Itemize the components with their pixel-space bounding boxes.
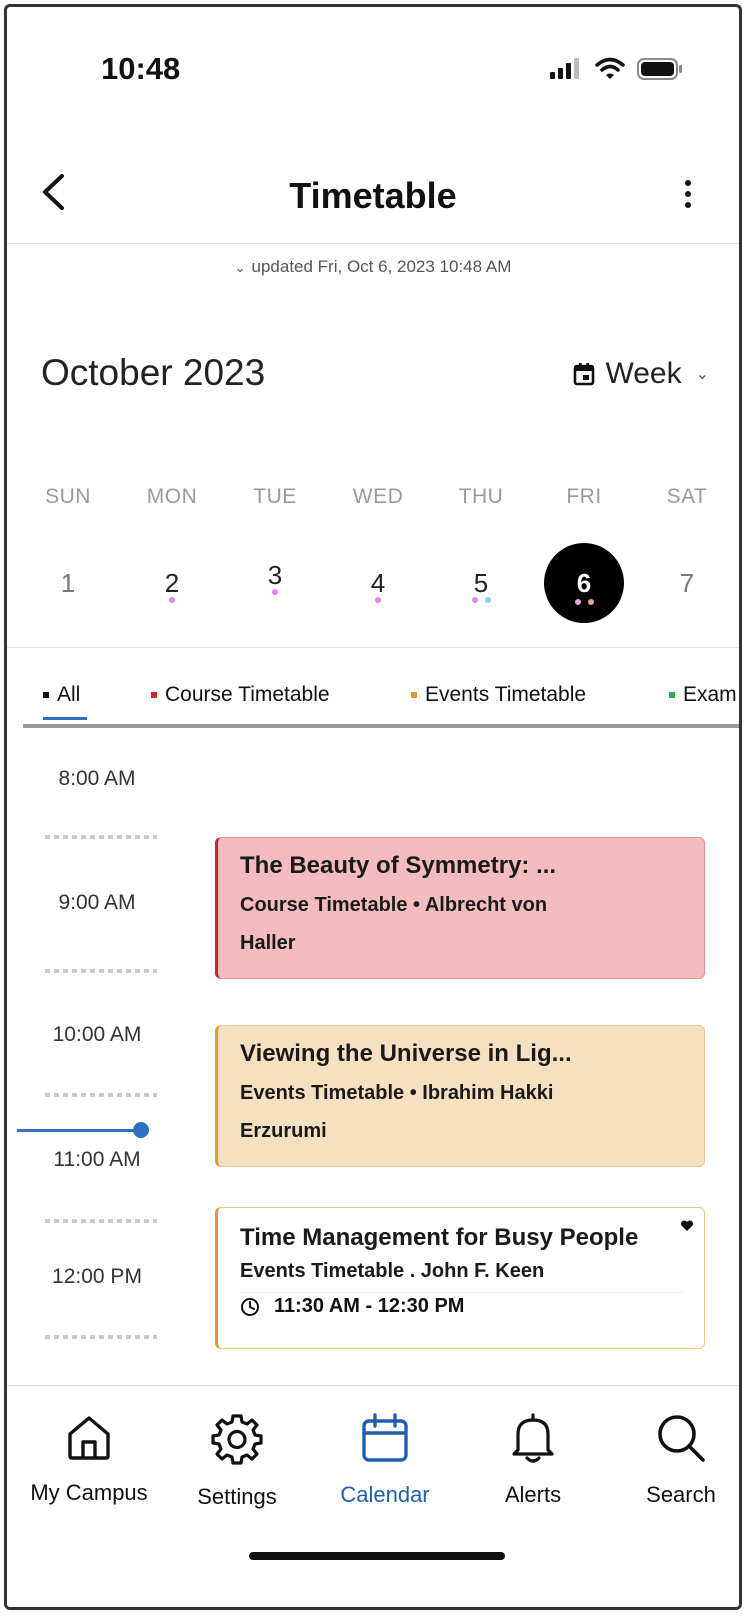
- heart-icon[interactable]: [680, 1220, 694, 1232]
- event-card[interactable]: The Beauty of Symmetry: ... Course Timet…: [215, 837, 705, 979]
- event-details: Events Timetable • Ibrahim Hakki Erzurum…: [240, 1082, 554, 1142]
- hour-label: 9:00 AM: [58, 891, 136, 914]
- tab-color-marker: [669, 692, 675, 698]
- event-dots: [230, 589, 320, 595]
- day-tue[interactable]: TUE 3: [230, 485, 320, 595]
- view-mode-select[interactable]: Week ⌄: [573, 357, 709, 391]
- view-mode-label: Week: [605, 357, 682, 390]
- hour-label: 10:00 AM: [52, 1023, 142, 1046]
- nav-my-campus[interactable]: My Campus: [19, 1412, 159, 1506]
- wifi-icon: [595, 57, 625, 79]
- bottom-navigation: My Campus Settings Calendar Alerts Searc…: [7, 1385, 739, 1607]
- divider: [7, 243, 739, 244]
- event-title: Viewing the Universe in Lig...: [240, 1040, 572, 1067]
- event-details: Course Timetable • Albrecht von Haller: [240, 894, 548, 954]
- hour-label: 8:00 AM: [58, 767, 136, 790]
- day-mon[interactable]: MON 2: [127, 485, 217, 603]
- hour-label: 11:00 AM: [53, 1148, 141, 1171]
- page-title: Timetable: [289, 175, 457, 216]
- day-sat[interactable]: SAT 7: [642, 485, 732, 598]
- half-hour-mark: [45, 969, 157, 973]
- status-time: 10:48: [101, 51, 181, 86]
- selected-day: 6: [544, 543, 624, 623]
- event-dots: [333, 597, 423, 603]
- calendar-small-icon: [574, 363, 595, 386]
- event-dots: [436, 597, 526, 603]
- tab-color-marker: [43, 692, 49, 698]
- active-tab-indicator: [43, 717, 87, 720]
- tab-all[interactable]: All: [43, 683, 80, 707]
- half-hour-mark: [45, 1093, 157, 1097]
- home-icon: [68, 1416, 110, 1460]
- half-hour-mark: [45, 1335, 157, 1339]
- chevron-down-icon: ⌄: [234, 260, 246, 275]
- nav-search[interactable]: Search: [611, 1412, 739, 1508]
- event-card[interactable]: Time Management for Busy People Events T…: [215, 1207, 705, 1349]
- tab-color-marker: [411, 692, 417, 698]
- signal-icon: [550, 58, 579, 79]
- event-title: The Beauty of Symmetry: ...: [240, 852, 557, 879]
- tab-course-timetable[interactable]: Course Timetable: [151, 683, 330, 707]
- half-hour-mark: [45, 835, 157, 839]
- battery-icon: [637, 58, 682, 80]
- event-time: 11:30 AM - 12:30 PM: [240, 1295, 682, 1318]
- day-sun[interactable]: SUN 1: [23, 485, 113, 598]
- current-time-indicator: [133, 1122, 149, 1138]
- day-fri[interactable]: FRI 6: [539, 485, 629, 623]
- home-indicator: [249, 1552, 505, 1560]
- day-wed[interactable]: WED 4: [333, 485, 423, 603]
- tab-color-marker: [151, 692, 157, 698]
- calendar-icon: [362, 1413, 408, 1462]
- divider: [240, 1292, 682, 1293]
- nav-alerts[interactable]: Alerts: [463, 1412, 603, 1508]
- gear-icon: [211, 1414, 263, 1465]
- divider: [7, 647, 739, 648]
- search-icon: [658, 1415, 705, 1462]
- event-card[interactable]: Viewing the Universe in Lig... Events Ti…: [215, 1025, 705, 1167]
- nav-settings[interactable]: Settings: [167, 1412, 307, 1510]
- last-updated[interactable]: ⌄ updated Fri, Oct 6, 2023 10:48 AM: [7, 257, 739, 277]
- hour-label: 12:00 PM: [52, 1265, 142, 1288]
- event-title: Time Management for Busy People: [240, 1224, 639, 1251]
- event-dots: [539, 599, 629, 605]
- event-dots: [127, 597, 217, 603]
- status-icons: [549, 57, 683, 81]
- tab-exam[interactable]: Exam: [669, 683, 737, 707]
- more-options-icon[interactable]: [683, 179, 693, 209]
- tabs-divider: [23, 724, 739, 728]
- nav-calendar[interactable]: Calendar: [315, 1412, 455, 1508]
- day-thu[interactable]: THU 5: [436, 485, 526, 603]
- tab-events-timetable[interactable]: Events Timetable: [411, 683, 586, 707]
- month-title: October 2023: [41, 352, 266, 393]
- current-time-line: [17, 1129, 143, 1132]
- phone-screen: 10:48 Timetable ⌄ updated Fri, Oct 6, 202…: [4, 4, 742, 1610]
- event-details: Events Timetable . John F. Keen: [240, 1260, 545, 1282]
- timetable-filter-tabs: All Course Timetable Events Timetable Ex…: [7, 669, 739, 725]
- clock-icon: [241, 1297, 259, 1316]
- half-hour-mark: [45, 1219, 157, 1223]
- bell-icon: [512, 1413, 554, 1463]
- chevron-down-icon: ⌄: [695, 366, 709, 383]
